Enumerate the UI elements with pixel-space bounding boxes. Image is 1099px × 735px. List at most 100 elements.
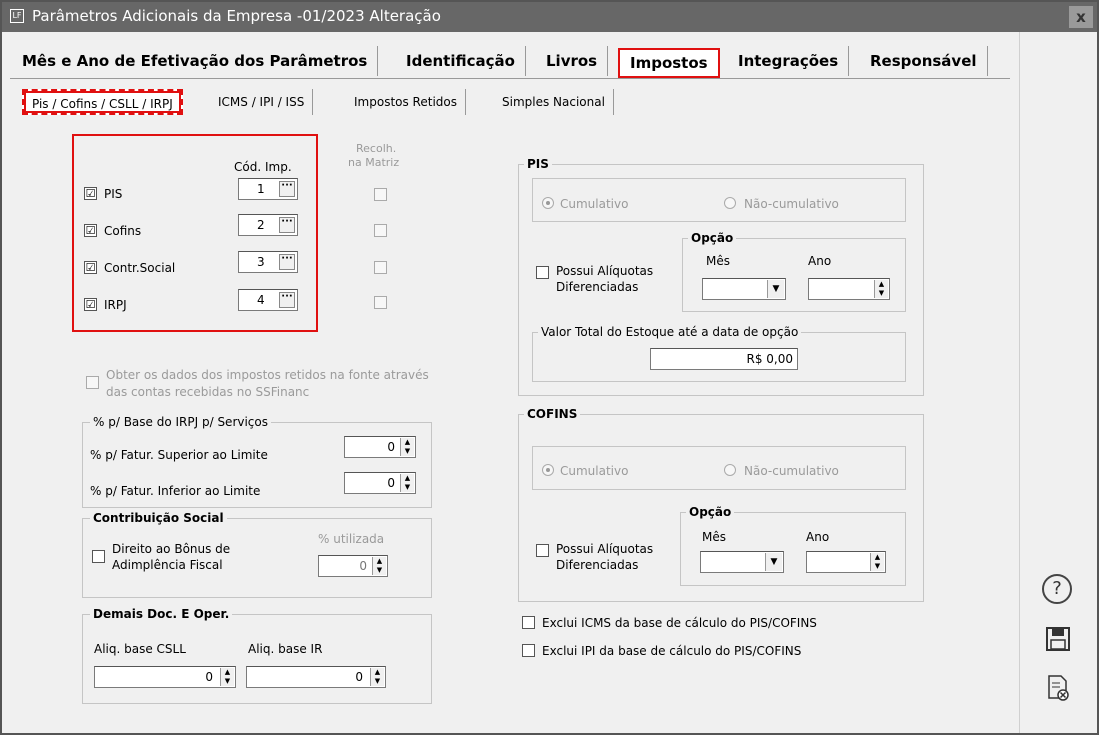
right-toolbar: ?: [1019, 32, 1097, 733]
cofins-matriz-checkbox[interactable]: [374, 224, 387, 237]
pis-checkbox[interactable]: ☑: [84, 187, 97, 200]
cofins-code-field[interactable]: 2 ···: [238, 214, 298, 236]
contr-social-matriz-checkbox[interactable]: [374, 261, 387, 274]
csll-spinner[interactable]: ▲ ▼: [220, 668, 234, 686]
spin-down-icon[interactable]: ▼: [377, 566, 382, 574]
recolh-header: Recolh.: [356, 142, 397, 155]
cofins-label: Cofins: [104, 224, 142, 238]
utilizada-spinner[interactable]: ▲ ▼: [372, 557, 386, 575]
pis-possui-checkbox[interactable]: [536, 266, 549, 279]
app-window: LF Parâmetros Adicionais da Empresa -01/…: [0, 0, 1099, 735]
spin-up-icon[interactable]: ▲: [879, 280, 884, 288]
spin-down-icon[interactable]: ▼: [405, 447, 410, 455]
spin-up-icon[interactable]: ▲: [377, 557, 382, 565]
contr-social-checkbox[interactable]: ☑: [84, 261, 97, 274]
pis-nao-cumulativo-radio[interactable]: [724, 197, 736, 209]
tab-identificacao[interactable]: Identificação: [396, 46, 526, 76]
superior-spinner[interactable]: ▲ ▼: [400, 438, 414, 456]
cofins-opcao-title: Opção: [686, 505, 735, 519]
cofins-ano-label: Ano: [806, 530, 830, 544]
app-icon: LF: [10, 9, 24, 23]
pis-ano-label: Ano: [808, 254, 832, 268]
save-icon[interactable]: [1044, 626, 1072, 654]
spin-up-icon[interactable]: ▲: [375, 668, 380, 676]
cofins-nao-cumulativo-label: Não-cumulativo: [744, 464, 839, 478]
ir-field[interactable]: 0 ▲ ▼: [246, 666, 386, 688]
irpj-label: IRPJ: [104, 298, 127, 312]
exclui-ipi-checkbox[interactable]: [522, 644, 535, 657]
cofins-possui-checkbox[interactable]: [536, 544, 549, 557]
superior-field[interactable]: 0 ▲ ▼: [344, 436, 416, 458]
irpj-code-field[interactable]: 4 ···: [238, 289, 298, 311]
ir-value: 0: [355, 670, 363, 684]
spin-up-icon[interactable]: ▲: [405, 438, 410, 446]
subtab-icms[interactable]: ICMS / IPI / ISS: [210, 89, 314, 115]
inferior-field[interactable]: 0 ▲ ▼: [344, 472, 416, 494]
pis-cumulativo-radio[interactable]: [542, 197, 554, 209]
cofins-lookup-button[interactable]: ···: [279, 217, 295, 233]
cofins-possui-label-1: Possui Alíquotas: [556, 542, 654, 556]
pis-title: PIS: [524, 157, 552, 171]
close-button[interactable]: x: [1069, 6, 1093, 28]
utilizada-field[interactable]: 0 ▲ ▼: [318, 555, 388, 577]
cofins-cumulativo-label: Cumulativo: [560, 464, 629, 478]
dropdown-arrow-icon[interactable]: ▼: [767, 280, 784, 298]
subtab-retidos[interactable]: Impostos Retidos: [346, 89, 466, 115]
title-bar: LF Parâmetros Adicionais da Empresa -01/…: [2, 2, 1097, 32]
cofins-ano-field[interactable]: ▲ ▼: [806, 551, 886, 573]
pis-code-field[interactable]: 1 ···: [238, 178, 298, 200]
help-icon[interactable]: ?: [1042, 574, 1072, 604]
spin-down-icon[interactable]: ▼: [875, 562, 880, 570]
bonus-checkbox[interactable]: [92, 550, 105, 563]
spin-down-icon[interactable]: ▼: [225, 677, 230, 685]
spin-down-icon[interactable]: ▼: [879, 289, 884, 297]
subtab-simples[interactable]: Simples Nacional: [494, 89, 614, 115]
spin-up-icon[interactable]: ▲: [225, 668, 230, 676]
pis-mes-select[interactable]: ▼: [702, 278, 786, 300]
pis-matriz-checkbox[interactable]: [374, 188, 387, 201]
tab-impostos[interactable]: Impostos: [618, 48, 720, 78]
irpj-matriz-checkbox[interactable]: [374, 296, 387, 309]
pis-ano-spinner[interactable]: ▲ ▼: [874, 280, 888, 298]
pis-estoque-field[interactable]: R$ 0,00: [650, 348, 798, 370]
irpj-checkbox[interactable]: ☑: [84, 298, 97, 311]
irpj-lookup-button[interactable]: ···: [279, 292, 295, 308]
cofins-title: COFINS: [524, 407, 581, 421]
cod-imp-header: Cód. Imp.: [234, 160, 292, 174]
pis-lookup-button[interactable]: ···: [279, 181, 295, 197]
obter-checkbox[interactable]: [86, 376, 99, 389]
obter-label-1: Obter os dados dos impostos retidos na f…: [106, 368, 429, 382]
subtab-pis-cofins[interactable]: Pis / Cofins / CSLL / IRPJ: [22, 89, 183, 115]
cofins-nao-cumulativo-radio[interactable]: [724, 464, 736, 476]
inferior-spinner[interactable]: ▲ ▼: [400, 474, 414, 492]
tab-livros[interactable]: Livros: [536, 46, 609, 76]
cofins-checkbox[interactable]: ☑: [84, 224, 97, 237]
matriz-header: na Matriz: [348, 156, 400, 169]
contr-social-lookup-button[interactable]: ···: [279, 254, 295, 270]
utilizada-value: 0: [359, 559, 367, 573]
tab-integracoes[interactable]: Integrações: [728, 46, 850, 76]
contr-social-code-field[interactable]: 3 ···: [238, 251, 298, 273]
spin-up-icon[interactable]: ▲: [405, 474, 410, 482]
pis-nao-cumulativo-label: Não-cumulativo: [744, 197, 839, 211]
cofins-ano-spinner[interactable]: ▲ ▼: [870, 553, 884, 571]
cofins-code: 2: [257, 218, 265, 232]
exclui-ipi-label: Exclui IPI da base de cálculo do PIS/COF…: [542, 644, 802, 658]
csll-field[interactable]: 0 ▲ ▼: [94, 666, 236, 688]
cofins-cumulativo-radio[interactable]: [542, 464, 554, 476]
ir-spinner[interactable]: ▲ ▼: [370, 668, 384, 686]
dropdown-arrow-icon[interactable]: ▼: [765, 553, 782, 571]
tab-mes-ano[interactable]: Mês e Ano de Efetivação dos Parâmetros: [12, 46, 379, 76]
window-title: Parâmetros Adicionais da Empresa -01/202…: [32, 7, 441, 25]
cancel-doc-icon[interactable]: [1044, 674, 1072, 704]
spin-down-icon[interactable]: ▼: [405, 483, 410, 491]
pis-code: 1: [257, 182, 265, 196]
cofins-mes-select[interactable]: ▼: [700, 551, 784, 573]
exclui-icms-checkbox[interactable]: [522, 616, 535, 629]
spin-up-icon[interactable]: ▲: [875, 553, 880, 561]
tab-responsavel[interactable]: Responsável: [860, 46, 988, 76]
pis-opcao-box: [682, 238, 906, 312]
pis-ano-field[interactable]: ▲ ▼: [808, 278, 890, 300]
spin-down-icon[interactable]: ▼: [375, 677, 380, 685]
irpj-code: 4: [257, 293, 265, 307]
